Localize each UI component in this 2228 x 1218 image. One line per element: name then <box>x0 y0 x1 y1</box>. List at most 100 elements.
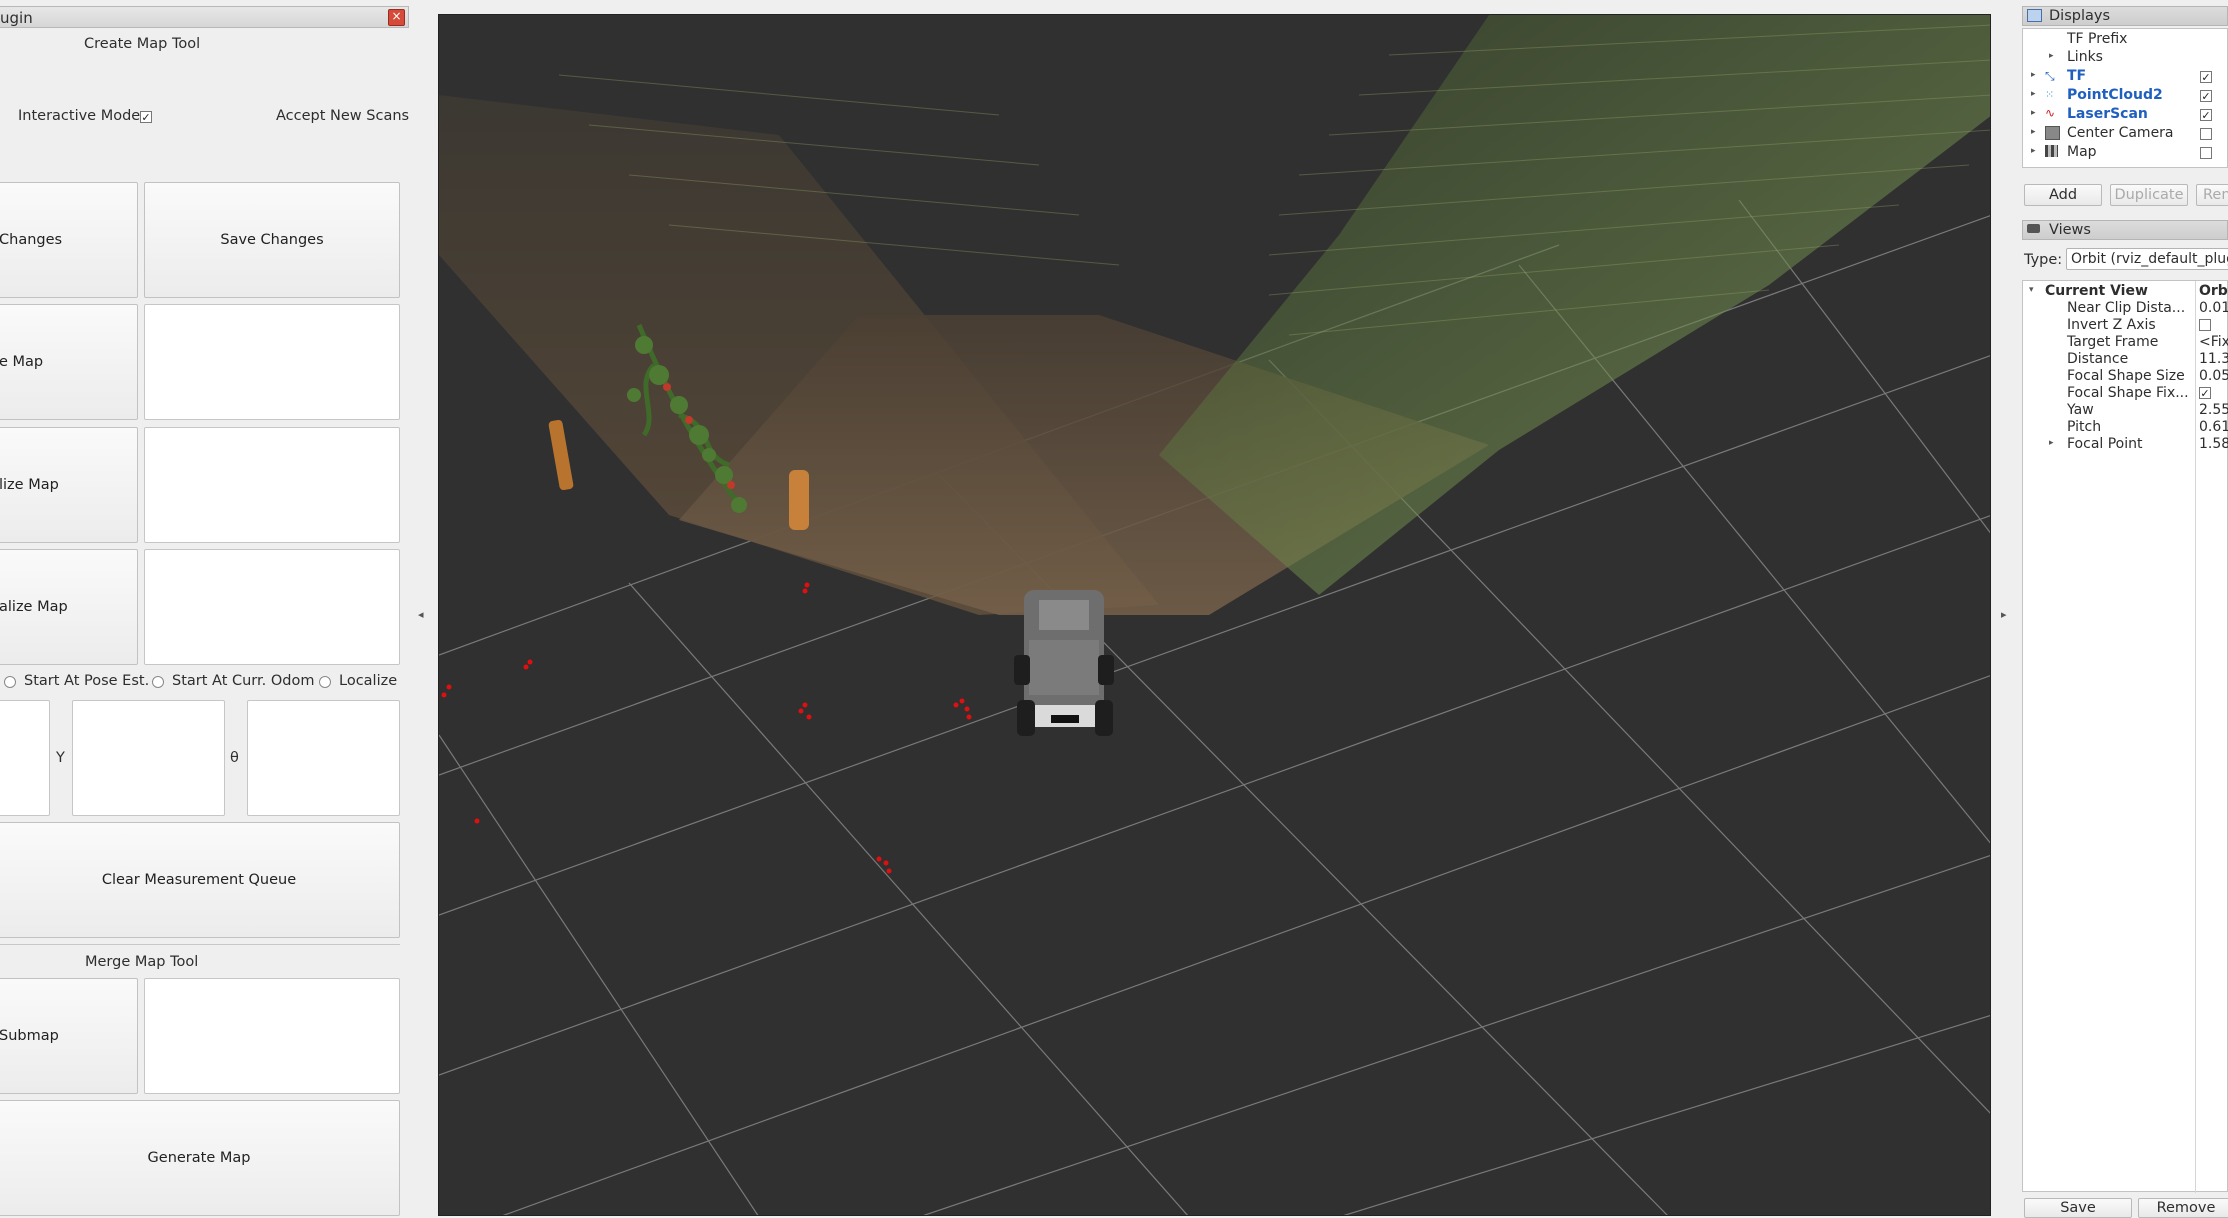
prop-target-frame-value[interactable]: <Fixe <box>2199 334 2228 350</box>
save-view-button[interactable]: Save <box>2024 1198 2132 1218</box>
prop-invert-z: Invert Z Axis <box>2067 317 2156 333</box>
prop-current-view-value[interactable]: Orbit <box>2199 283 2228 299</box>
displays-tree[interactable]: TF Prefix ▸ Links ▸ ⤡ TF ✓ ▸ ⁙ PointClou… <box>2022 28 2228 168</box>
prop-focal-point: Focal Point <box>2067 436 2143 452</box>
start-at-odom-radio[interactable] <box>152 676 164 688</box>
submap-button[interactable]: Submap <box>0 978 138 1094</box>
laser-scan-points <box>441 582 972 874</box>
panel-title: ugin <box>0 9 33 27</box>
display-item-pointcloud2[interactable]: PointCloud2 <box>2067 87 2163 103</box>
interactive-mode-label: Interactive Mode <box>18 108 141 124</box>
submap-field[interactable] <box>144 978 400 1094</box>
laserscan-icon: ∿ <box>2045 106 2056 120</box>
pointcloud-icon: ⁙ <box>2045 88 2055 101</box>
start-at-pose-label: Start At Pose Est. <box>24 673 150 689</box>
expand-arrow-icon[interactable]: ▸ <box>2031 127 2036 137</box>
robot-model <box>1014 590 1114 736</box>
map-field-2[interactable] <box>144 427 400 543</box>
collapse-right-icon[interactable]: ▸ <box>2001 608 2007 621</box>
prop-target-frame: Target Frame <box>2067 334 2159 350</box>
display-item-map[interactable]: Map <box>2067 144 2097 160</box>
map-button-2[interactable]: lize Map <box>0 427 138 543</box>
prop-current-view: Current View <box>2045 283 2148 299</box>
prop-pitch-value[interactable]: 0.615 <box>2199 419 2228 435</box>
prop-distance-value[interactable]: 11.34 <box>2199 351 2228 367</box>
wooden-post-small <box>548 419 574 491</box>
monitor-icon <box>2027 9 2042 22</box>
theta-field[interactable] <box>247 700 400 816</box>
invert-z-checkbox[interactable] <box>2199 319 2211 331</box>
collapse-left-icon[interactable]: ◂ <box>418 608 424 621</box>
interactive-mode-checkbox[interactable]: ✓ <box>140 111 152 124</box>
displays-title: Displays <box>2049 8 2111 24</box>
column-divider <box>2195 281 2196 1193</box>
close-icon[interactable]: × <box>388 9 405 26</box>
start-at-odom-label: Start At Curr. Odom <box>172 673 315 689</box>
prop-focal-point-value[interactable]: 1.589 <box>2199 436 2228 452</box>
center-camera-checkbox[interactable] <box>2200 128 2212 140</box>
focal-shape-fixed-checkbox[interactable]: ✓ <box>2199 387 2211 400</box>
laserscan-checkbox[interactable]: ✓ <box>2200 109 2212 122</box>
prop-focal-shape-size: Focal Shape Size <box>2067 368 2185 384</box>
pointcloud2-checkbox[interactable]: ✓ <box>2200 90 2212 103</box>
x-field[interactable] <box>0 700 50 816</box>
rename-display-button[interactable]: Ren <box>2196 184 2228 206</box>
map-tools-panel: ugin × Create Map Tool Interactive Mode … <box>0 0 412 1216</box>
merge-map-tool-heading: Merge Map Tool <box>85 954 199 970</box>
map-grid-icon <box>2045 145 2058 157</box>
map-button-3[interactable]: alize Map <box>0 549 138 665</box>
changes-button[interactable]: Changes <box>0 182 138 298</box>
prop-yaw: Yaw <box>2067 402 2094 418</box>
remove-view-button[interactable]: Remove <box>2138 1198 2228 1218</box>
prop-near-clip-value[interactable]: 0.01 <box>2199 300 2228 316</box>
y-field[interactable] <box>72 700 225 816</box>
localize-radio[interactable] <box>319 676 331 688</box>
prop-distance: Distance <box>2067 351 2129 367</box>
prop-pitch: Pitch <box>2067 419 2102 435</box>
collapse-arrow-icon[interactable]: ▾ <box>2029 285 2034 295</box>
views-title: Views <box>2049 222 2091 238</box>
views-header: Views <box>2022 220 2228 240</box>
prop-focal-shape-size-value[interactable]: 0.05 <box>2199 368 2228 384</box>
tf-checkbox[interactable]: ✓ <box>2200 71 2212 84</box>
display-item-laserscan[interactable]: LaserScan <box>2067 106 2148 122</box>
map-field-1[interactable] <box>144 304 400 420</box>
expand-arrow-icon[interactable]: ▸ <box>2031 146 2036 156</box>
theta-label: θ <box>230 750 239 766</box>
accept-new-scans-label: Accept New Scans <box>276 108 410 124</box>
duplicate-display-button[interactable]: Duplicate <box>2110 184 2188 206</box>
create-map-tool-heading: Create Map Tool <box>84 36 201 52</box>
generate-map-button[interactable]: Generate Map <box>0 1100 400 1216</box>
expand-arrow-icon[interactable]: ▸ <box>2031 108 2036 118</box>
display-item-links[interactable]: Links <box>2067 49 2103 65</box>
y-label: Y <box>56 750 65 766</box>
save-changes-button[interactable]: Save Changes <box>144 182 400 298</box>
prop-yaw-value[interactable]: 2.550 <box>2199 402 2228 418</box>
display-item-center-camera[interactable]: Center Camera <box>2067 125 2174 141</box>
render-canvas <box>439 15 1990 1215</box>
start-at-pose-radio[interactable] <box>4 676 16 688</box>
expand-arrow-icon[interactable]: ▸ <box>2031 70 2036 80</box>
clear-measurement-queue-button[interactable]: Clear Measurement Queue <box>0 822 400 938</box>
expand-arrow-icon[interactable]: ▸ <box>2031 89 2036 99</box>
display-item-tf-prefix[interactable]: TF Prefix <box>2067 31 2127 47</box>
rviz-side-panel: Displays TF Prefix ▸ Links ▸ ⤡ TF ✓ ▸ ⁙ … <box>2020 0 2228 1218</box>
expand-arrow-icon[interactable]: ▸ <box>2049 51 2054 61</box>
add-display-button[interactable]: Add <box>2024 184 2102 206</box>
prop-near-clip: Near Clip Dista... <box>2067 300 2186 316</box>
tf-axes-icon: ⤡ <box>2045 69 2055 83</box>
localize-label: Localize <box>339 673 398 689</box>
panel-title-bar: ugin × <box>0 6 409 28</box>
map-field-3[interactable] <box>144 549 400 665</box>
view-properties-tree[interactable]: ▾ Current View Orbit Near Clip Dista... … <box>2022 280 2228 1193</box>
camera-icon <box>2045 126 2060 140</box>
section-divider <box>0 944 400 945</box>
map-button-1[interactable]: e Map <box>0 304 138 420</box>
display-item-tf[interactable]: TF <box>2067 68 2086 84</box>
view-type-select[interactable]: Orbit (rviz_default_plug <box>2066 248 2228 270</box>
map-checkbox[interactable] <box>2200 147 2212 159</box>
prop-focal-shape-fixed: Focal Shape Fix... <box>2067 385 2189 401</box>
3d-render-viewport[interactable] <box>438 14 1991 1216</box>
expand-arrow-icon[interactable]: ▸ <box>2049 438 2054 448</box>
displays-header: Displays <box>2022 6 2228 26</box>
